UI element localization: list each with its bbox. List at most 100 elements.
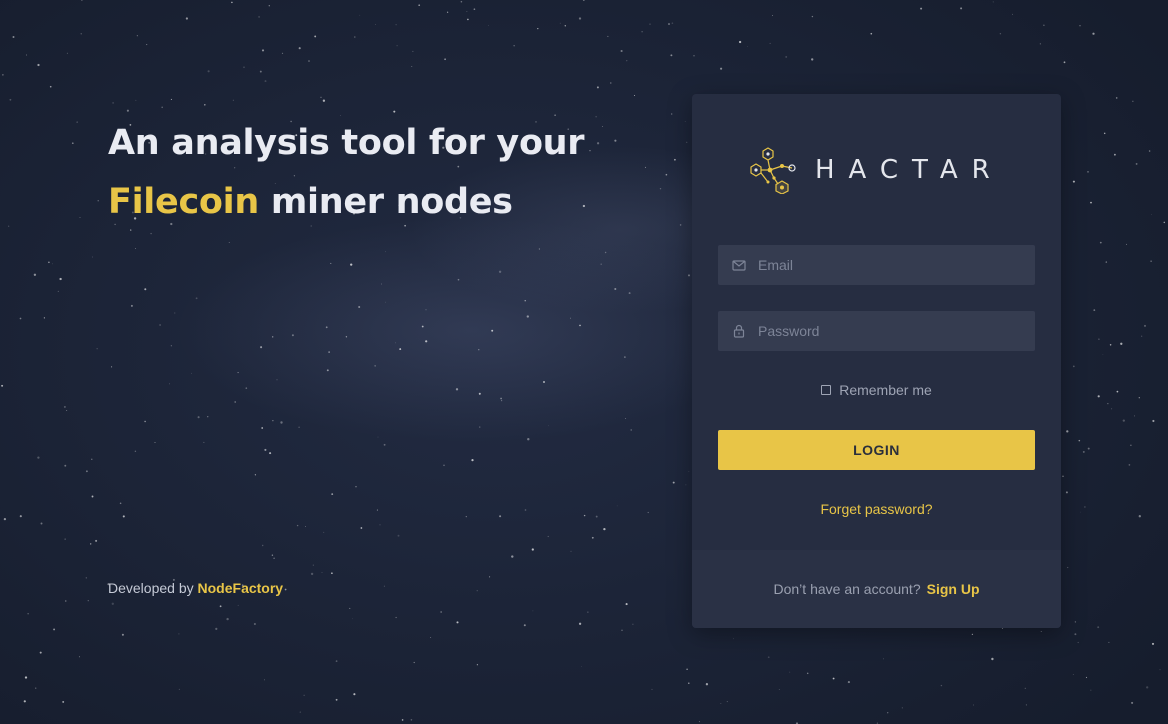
star <box>39 651 42 654</box>
star <box>684 121 686 122</box>
star <box>232 99 234 101</box>
star <box>76 121 78 123</box>
star <box>471 459 474 462</box>
star <box>446 11 449 13</box>
star <box>847 681 850 684</box>
star <box>806 672 809 675</box>
star <box>245 387 248 389</box>
star <box>91 495 94 498</box>
star <box>62 700 65 703</box>
star <box>698 721 700 723</box>
hero-line-1: An analysis tool for your <box>108 123 585 163</box>
star <box>234 401 237 403</box>
star <box>1077 641 1079 644</box>
password-input[interactable] <box>758 311 1028 351</box>
star <box>377 436 379 438</box>
login-button[interactable]: LOGIN <box>718 430 1035 470</box>
star <box>478 349 480 351</box>
star <box>686 668 688 670</box>
star <box>1146 686 1149 689</box>
star <box>920 7 923 10</box>
star <box>901 707 903 709</box>
star <box>971 633 974 636</box>
star <box>992 1 994 3</box>
star <box>393 110 396 113</box>
star <box>476 664 479 666</box>
star <box>19 515 22 518</box>
star <box>1135 162 1138 165</box>
star <box>811 58 814 61</box>
star <box>397 534 400 537</box>
remember-me-checkbox[interactable] <box>821 385 832 395</box>
developer-brand-link[interactable]: NodeFactory <box>198 580 284 596</box>
star <box>421 325 424 328</box>
star <box>383 585 385 587</box>
star <box>135 99 137 101</box>
star <box>355 485 357 488</box>
star <box>488 25 489 26</box>
star <box>589 150 591 152</box>
login-card: HACTAR Remember me LOGIN Forget password… <box>692 94 1061 628</box>
star <box>443 464 445 467</box>
email-input[interactable] <box>758 245 1028 285</box>
star <box>614 287 617 291</box>
star <box>64 464 67 467</box>
star <box>314 35 317 38</box>
star <box>1148 150 1151 152</box>
star <box>1099 241 1102 244</box>
star <box>466 11 468 12</box>
star <box>670 54 673 57</box>
star <box>298 426 300 429</box>
star <box>1098 338 1100 341</box>
hero-accent-filecoin: Filecoin <box>108 182 259 222</box>
star <box>628 292 631 295</box>
star <box>991 657 994 661</box>
star <box>395 342 396 344</box>
star <box>999 33 1002 35</box>
star <box>789 671 791 673</box>
star <box>1126 243 1127 245</box>
star <box>1063 61 1066 64</box>
star <box>360 527 363 529</box>
star <box>81 0 83 1</box>
sign-up-link[interactable]: Sign Up <box>927 581 980 597</box>
star <box>57 290 59 292</box>
star <box>688 682 690 684</box>
email-field <box>718 245 1035 285</box>
star <box>720 702 722 704</box>
star <box>134 450 137 452</box>
star <box>413 661 415 664</box>
star <box>479 426 481 428</box>
star <box>685 484 687 486</box>
star <box>614 139 617 142</box>
star <box>207 70 210 73</box>
star <box>1074 633 1077 636</box>
star <box>144 420 146 423</box>
star <box>65 600 67 602</box>
star <box>1132 100 1134 102</box>
star <box>832 677 835 680</box>
star <box>276 379 278 381</box>
star <box>23 700 26 703</box>
star <box>465 515 467 518</box>
star <box>264 80 267 83</box>
star <box>126 109 129 112</box>
star <box>1108 641 1110 643</box>
star <box>1105 261 1108 263</box>
star <box>720 67 723 70</box>
star <box>8 225 10 227</box>
star <box>258 15 261 18</box>
remember-me-label[interactable]: Remember me <box>839 382 932 398</box>
star <box>284 588 287 591</box>
star <box>112 102 114 104</box>
star <box>679 224 682 226</box>
star <box>604 251 607 254</box>
star <box>610 82 612 84</box>
star <box>19 317 22 320</box>
star <box>1134 415 1135 417</box>
forgot-password-link[interactable]: Forget password? <box>692 501 1061 517</box>
star <box>523 624 526 627</box>
star <box>174 312 176 314</box>
star <box>159 324 162 326</box>
star <box>353 693 356 696</box>
